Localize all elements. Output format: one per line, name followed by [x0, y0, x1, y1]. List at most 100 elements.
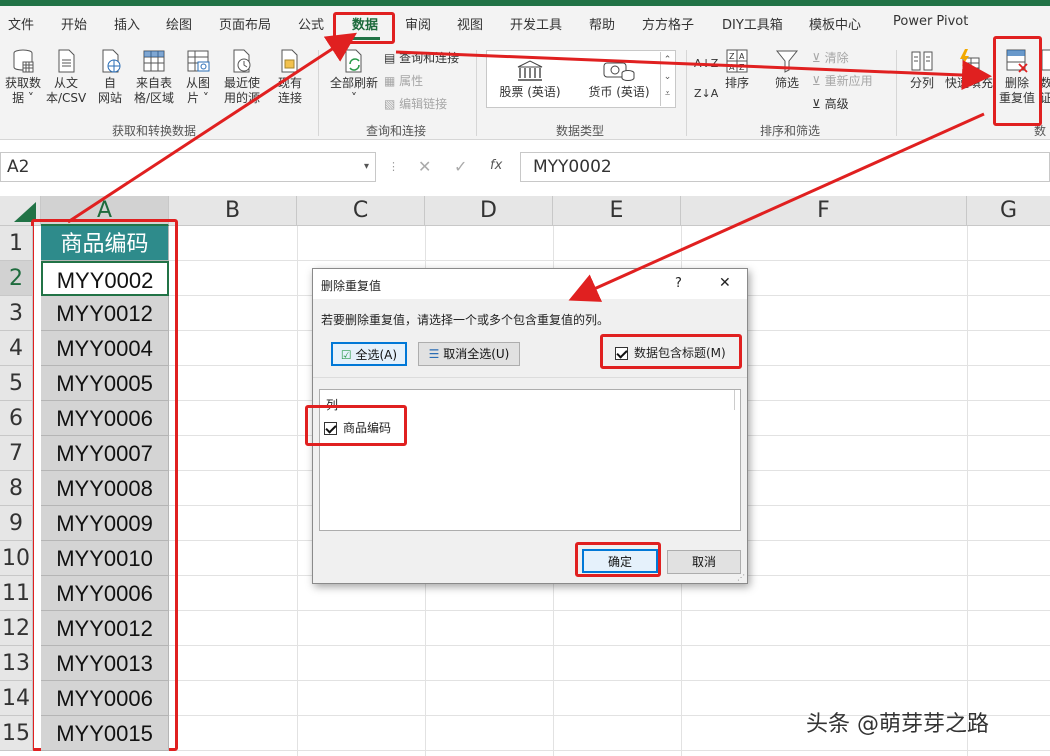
tab-developer[interactable]: 开发工具: [510, 14, 562, 33]
from-table-label-1: 来自表: [135, 76, 172, 90]
from-web-button[interactable]: 自 网站: [90, 48, 130, 106]
col-header-b[interactable]: B: [169, 196, 297, 226]
row-header[interactable]: 1: [0, 226, 33, 261]
close-icon[interactable]: ✕: [719, 275, 731, 291]
help-button[interactable]: ?: [675, 276, 682, 291]
data-cell[interactable]: MYY0005: [41, 366, 169, 401]
svg-text:Z: Z: [739, 63, 745, 72]
data-cell[interactable]: MYY0006: [41, 576, 169, 611]
row-header[interactable]: 10: [0, 541, 33, 576]
refresh-all-button[interactable]: 全部刷新 ˅: [326, 48, 382, 106]
resize-grip-icon[interactable]: ⋰: [737, 573, 745, 582]
tab-fangfang[interactable]: 方方格子: [642, 14, 694, 33]
col-header-c[interactable]: C: [297, 196, 425, 226]
row-header[interactable]: 14: [0, 681, 33, 716]
tab-template-center[interactable]: 模板中心: [809, 14, 861, 33]
row-header[interactable]: 5: [0, 366, 33, 401]
gridline: [169, 750, 1050, 751]
from-picture-label-2: 片 ˅: [187, 91, 209, 105]
refresh-icon: [345, 49, 362, 73]
row-header[interactable]: 8: [0, 471, 33, 506]
get-data-button[interactable]: 获取数 据 ˅: [2, 48, 44, 106]
data-cell[interactable]: MYY0009: [41, 506, 169, 541]
sort-descending-button[interactable]: Z↓A: [694, 86, 718, 102]
fx-icon[interactable]: fx: [490, 158, 502, 173]
stock-datatype-button[interactable]: 股票 (英语): [497, 59, 563, 100]
data-cell[interactable]: MYY0006: [41, 681, 169, 716]
gallery-scroll[interactable]: ⌃ ⌄ ⩡: [660, 52, 674, 106]
svg-text:Z: Z: [729, 52, 735, 61]
cancel-button[interactable]: 取消: [667, 550, 741, 574]
text-to-columns-button[interactable]: 分列: [904, 48, 940, 91]
data-cell[interactable]: MYY0015: [41, 716, 169, 751]
row-header[interactable]: 15: [0, 716, 33, 751]
row-header[interactable]: 3: [0, 296, 33, 331]
data-cell[interactable]: MYY0012: [41, 296, 169, 331]
picture-icon: [187, 50, 210, 72]
col-header-d[interactable]: D: [425, 196, 553, 226]
from-picture-button[interactable]: 从图 片 ˅: [178, 48, 218, 106]
tab-help[interactable]: 帮助: [589, 14, 615, 33]
data-cell[interactable]: MYY0008: [41, 471, 169, 506]
col-header-e[interactable]: E: [553, 196, 681, 226]
data-cell[interactable]: MYY0012: [41, 611, 169, 646]
row-header[interactable]: 12: [0, 611, 33, 646]
properties-icon: ▦: [384, 74, 400, 88]
data-cell[interactable]: MYY0002: [41, 261, 169, 296]
row-header[interactable]: 9: [0, 506, 33, 541]
data-cell[interactable]: MYY0004: [41, 331, 169, 366]
advanced-filter-button[interactable]: ⊻ 高级: [812, 96, 849, 112]
name-box[interactable]: A2 ▾: [0, 152, 376, 182]
refresh-all-caret: ˅: [351, 91, 357, 105]
tab-power-pivot[interactable]: Power Pivot: [893, 14, 968, 29]
properties-button[interactable]: ▦ 属性: [384, 73, 423, 89]
existing-connections-button[interactable]: 现有 连接: [268, 48, 312, 106]
from-text-csv-button[interactable]: 从文 本/CSV: [46, 48, 86, 106]
from-picture-label-1: 从图: [185, 76, 210, 90]
tab-insert[interactable]: 插入: [114, 14, 140, 33]
from-table-label-2: 格/区域: [133, 91, 175, 105]
tab-home[interactable]: 开始: [61, 14, 87, 33]
queries-connections-button[interactable]: ▤ 查询和连接: [384, 50, 459, 66]
unselect-all-button[interactable]: ☰ 取消全选(U): [418, 342, 520, 366]
sort-ascending-button[interactable]: A↓Z: [694, 56, 718, 72]
cancel-icon[interactable]: ✕: [418, 157, 431, 176]
data-cell[interactable]: MYY0010: [41, 541, 169, 576]
tab-draw[interactable]: 绘图: [166, 14, 192, 33]
row-header[interactable]: 4: [0, 331, 33, 366]
filter-button[interactable]: 筛选: [770, 48, 804, 91]
tab-view[interactable]: 视图: [457, 14, 483, 33]
tab-diy-toolbox[interactable]: DIY工具箱: [722, 14, 783, 33]
row-header[interactable]: 11: [0, 576, 33, 611]
select-all-button[interactable]: ☑ 全选(A): [331, 342, 407, 366]
confirm-icon[interactable]: ✓: [454, 157, 467, 176]
formula-input[interactable]: MYY0002: [520, 152, 1050, 182]
data-cell[interactable]: MYY0013: [41, 646, 169, 681]
tab-page-layout[interactable]: 页面布局: [219, 14, 271, 33]
row-header[interactable]: 2: [0, 261, 33, 296]
tab-formulas[interactable]: 公式: [298, 14, 324, 33]
tab-file[interactable]: 文件: [8, 14, 34, 33]
edit-links-button[interactable]: ▧ 编辑链接: [384, 96, 447, 112]
reapply-button[interactable]: ⊻ 重新应用: [812, 73, 873, 89]
from-table-button[interactable]: 来自表 格/区域: [132, 48, 176, 106]
group-label-sort-filter: 排序和筛选: [760, 124, 821, 138]
col-header-g[interactable]: G: [967, 196, 1050, 226]
row-header[interactable]: 6: [0, 401, 33, 436]
sort-button[interactable]: ZAAZ 排序: [720, 48, 754, 91]
data-cell[interactable]: MYY0007: [41, 436, 169, 471]
unselect-all-icon: ☰: [428, 347, 444, 361]
col-header-f[interactable]: F: [681, 196, 967, 226]
unselect-all-label: 取消全选(U): [443, 347, 510, 361]
row-header[interactable]: 7: [0, 436, 33, 471]
currency-datatype-button[interactable]: 货币 (英语): [583, 59, 655, 100]
row-header[interactable]: 13: [0, 646, 33, 681]
flash-fill-button[interactable]: 快速填充: [944, 48, 994, 91]
tab-review[interactable]: 审阅: [405, 14, 431, 33]
chevron-down-icon[interactable]: ▾: [364, 161, 369, 172]
recent-sources-button[interactable]: 最近使 用的源: [220, 48, 264, 106]
clear-filter-button[interactable]: ⊻ 清除: [812, 50, 849, 66]
header-cell[interactable]: 商品编码: [41, 226, 169, 261]
refresh-all-label: 全部刷新: [329, 76, 378, 90]
data-cell[interactable]: MYY0006: [41, 401, 169, 436]
